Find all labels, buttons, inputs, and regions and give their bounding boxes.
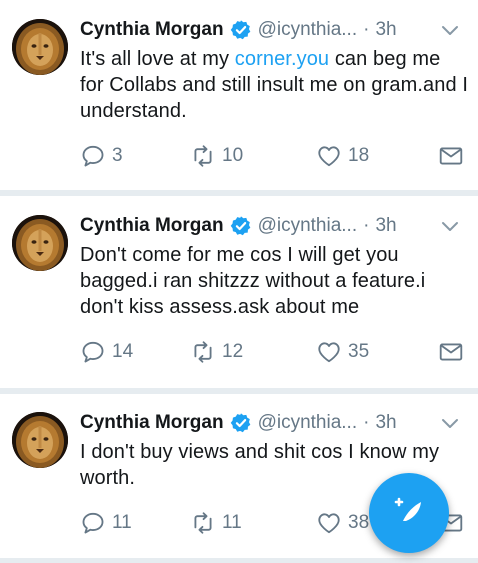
tweet-header: Cynthia Morgan @icynthia... · 3h: [80, 410, 468, 436]
header-separator: ·: [363, 412, 370, 433]
like-button[interactable]: 38: [316, 507, 369, 539]
direct-message-button[interactable]: [438, 336, 464, 368]
author-handle[interactable]: @icynthia...: [258, 215, 358, 237]
compose-tweet-button[interactable]: [369, 473, 449, 553]
heart-icon: [318, 146, 340, 167]
retweet-icon: [194, 145, 212, 167]
retweet-button[interactable]: 12: [190, 336, 243, 368]
mention-link[interactable]: corner.you: [235, 48, 329, 70]
tweet[interactable]: Cynthia Morgan @icynthia... · 3h Don't c…: [0, 196, 478, 388]
tweet-actions: 3 10 18: [80, 140, 470, 172]
like-button[interactable]: 35: [316, 336, 369, 368]
retweet-icon: [194, 341, 212, 363]
heart-icon: [318, 342, 340, 363]
direct-message-button[interactable]: [438, 140, 464, 172]
avatar[interactable]: [12, 19, 68, 75]
retweet-count: 11: [222, 512, 242, 533]
tweet[interactable]: Cynthia Morgan @icynthia... · 3h It's al…: [0, 0, 478, 190]
header-separator: ·: [363, 215, 370, 236]
reply-count: 11: [112, 512, 132, 533]
reply-icon: [82, 145, 104, 167]
reply-button[interactable]: 11: [80, 507, 132, 539]
retweet-count: 10: [222, 145, 244, 166]
chevron-down-icon[interactable]: [440, 21, 460, 41]
reply-icon: [82, 341, 104, 363]
verified-badge-icon: [230, 215, 252, 237]
lion-avatar-image: [12, 215, 68, 271]
tweet-timestamp[interactable]: 3h: [375, 412, 396, 434]
lion-avatar-image: [12, 19, 68, 75]
tweet-timestamp[interactable]: 3h: [375, 19, 396, 41]
chevron-down-icon[interactable]: [440, 217, 460, 237]
author-handle[interactable]: @icynthia...: [258, 19, 358, 41]
avatar[interactable]: [12, 215, 68, 271]
tweet-header: Cynthia Morgan @icynthia... · 3h: [80, 213, 468, 239]
tweet-text-part: It's all love at my: [80, 48, 235, 70]
retweet-icon: [194, 512, 212, 534]
chevron-down-icon[interactable]: [440, 414, 460, 434]
tweet-text: It's all love at my corner.you can beg m…: [80, 46, 468, 124]
author-name[interactable]: Cynthia Morgan: [80, 19, 224, 41]
like-count: 38: [348, 512, 370, 533]
heart-icon: [318, 513, 340, 534]
retweet-count: 12: [222, 341, 244, 362]
tweet-actions: 14 12 35: [80, 336, 470, 368]
reply-icon: [82, 512, 104, 534]
author-handle[interactable]: @icynthia...: [258, 412, 358, 434]
tweet-timestamp[interactable]: 3h: [375, 215, 396, 237]
author-name[interactable]: Cynthia Morgan: [80, 412, 224, 434]
verified-badge-icon: [230, 19, 252, 41]
reply-count: 3: [112, 145, 123, 166]
lion-avatar-image: [12, 412, 68, 468]
envelope-icon: [439, 343, 463, 361]
reply-button[interactable]: 3: [80, 140, 123, 172]
author-name[interactable]: Cynthia Morgan: [80, 215, 224, 237]
tweet-text: Don't come for me cos I will get you bag…: [80, 242, 468, 320]
tweet-text-part: Don't come for me cos I will get you bag…: [80, 244, 426, 318]
envelope-icon: [439, 147, 463, 165]
reply-button[interactable]: 14: [80, 336, 133, 368]
reply-count: 14: [112, 341, 134, 362]
retweet-button[interactable]: 11: [190, 507, 242, 539]
like-count: 18: [348, 145, 370, 166]
compose-tweet-icon: [394, 497, 421, 526]
timeline: Cynthia Morgan @icynthia... · 3h It's al…: [0, 0, 478, 563]
like-count: 35: [348, 341, 370, 362]
retweet-button[interactable]: 10: [190, 140, 243, 172]
header-separator: ·: [363, 19, 370, 40]
verified-badge-icon: [230, 412, 252, 434]
avatar[interactable]: [12, 412, 68, 468]
tweet-header: Cynthia Morgan @icynthia... · 3h: [80, 17, 468, 43]
tweet-divider: [0, 558, 478, 563]
like-button[interactable]: 18: [316, 140, 369, 172]
